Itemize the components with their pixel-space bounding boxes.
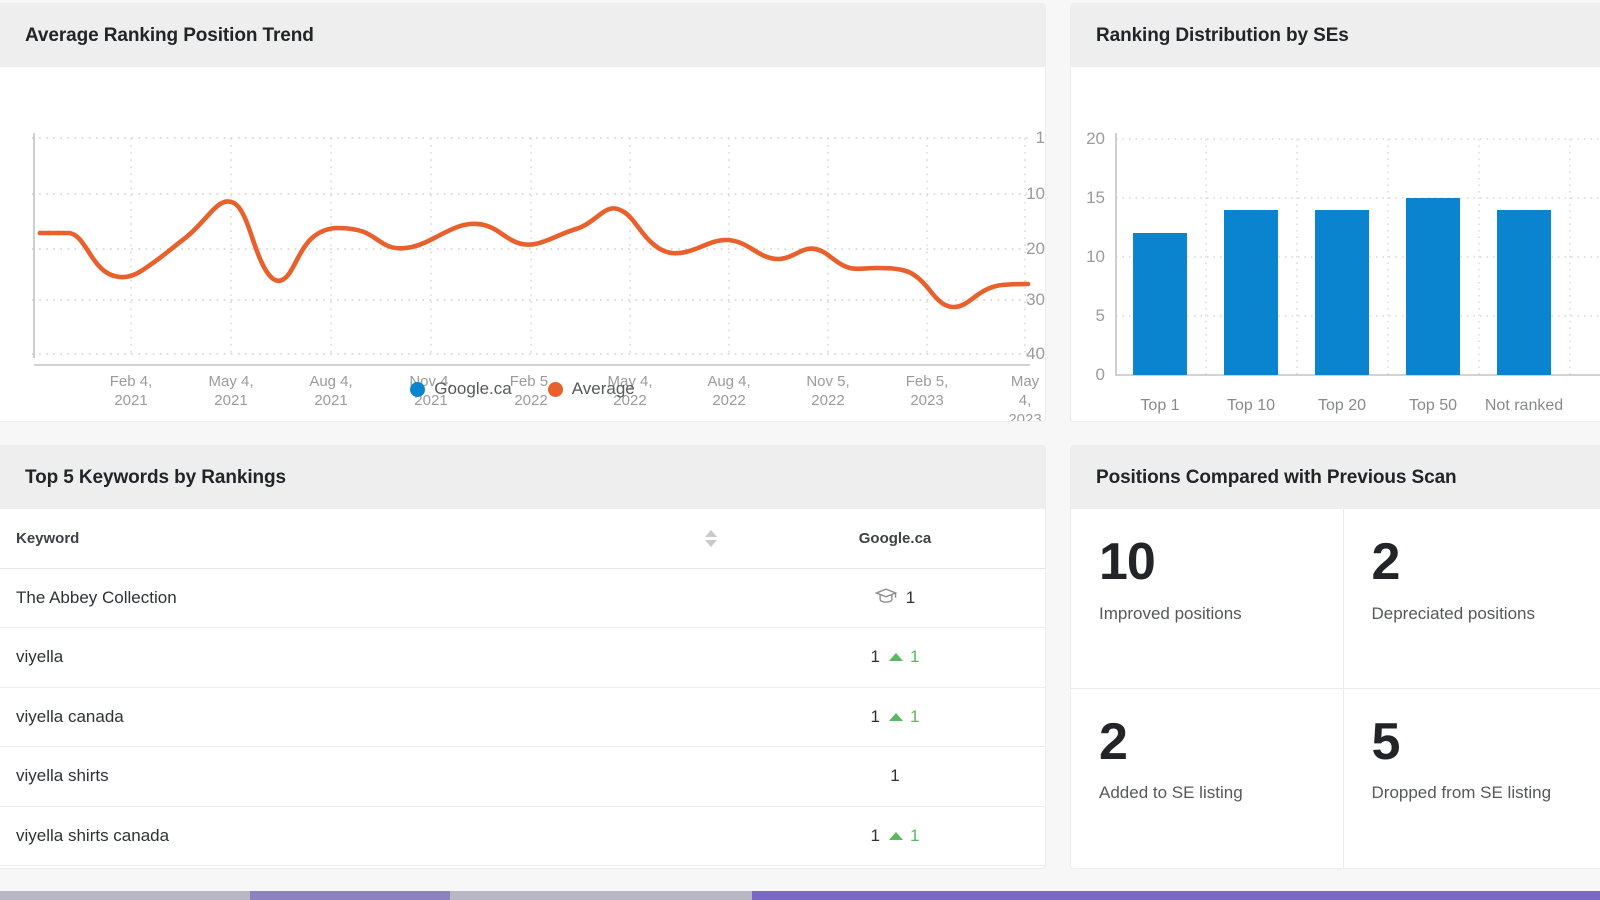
bar-top-50 (1406, 198, 1460, 375)
stat-value: 10 (1099, 535, 1343, 590)
x-tick-top-20: Top 20 (1318, 397, 1366, 415)
x-tick-top-10: Top 10 (1227, 397, 1275, 415)
table-body: The Abbey Collection (0, 568, 1045, 866)
rank-value: 1 (871, 647, 880, 667)
table-row[interactable]: The Abbey Collection (0, 568, 1045, 628)
cell-keyword: viyella shirts (0, 747, 745, 807)
table-header-row: Keyword Google.ca (0, 509, 1045, 568)
cell-rank: 1 1 (745, 687, 1045, 747)
cell-keyword: viyella (0, 628, 745, 688)
column-header-keyword-label: Keyword (0, 530, 79, 547)
bar-top-10 (1224, 210, 1278, 375)
legend-color-dot-google-ca (410, 382, 425, 397)
panel-title: Positions Compared with Previous Scan (1096, 467, 1457, 489)
stat-label: Added to SE listing (1099, 783, 1343, 803)
panel-body: 1 10 20 30 40 (0, 67, 1045, 421)
panel-body: 0 5 10 15 20 (1071, 67, 1600, 421)
x-tick-top-1: Top 1 (1140, 397, 1179, 415)
panel-positions-compared: Positions Compared with Previous Scan 10… (1071, 446, 1600, 868)
table-head: Keyword Google.ca (0, 509, 1045, 568)
panel-ranking-distribution: Ranking Distribution by SEs 0 5 10 15 20 (1071, 4, 1600, 421)
panel-header: Average Ranking Position Trend (0, 4, 1045, 67)
table-row[interactable]: viyella 1 1 (0, 628, 1045, 688)
panel-body: Keyword Google.ca (0, 509, 1045, 866)
rank-delta: 1 (889, 707, 919, 727)
cell-rank: 1 1 (745, 628, 1045, 688)
cell-keyword: viyella canada (0, 687, 745, 747)
graduation-cap-icon (875, 587, 897, 609)
rank-value: 1 (906, 588, 915, 608)
stat-label: Dropped from SE listing (1372, 783, 1600, 803)
stat-dropped-from-se-listing: 5 Dropped from SE listing (1344, 689, 1600, 869)
panel-header: Top 5 Keywords by Rankings (0, 446, 1045, 509)
panel-average-ranking-trend: Average Ranking Position Trend 1 10 20 3… (0, 4, 1045, 421)
x-tick-top-50: Top 50 (1409, 397, 1457, 415)
rank-value: 1 (890, 766, 899, 786)
stat-label: Improved positions (1099, 604, 1343, 624)
panel-top-keywords: Top 5 Keywords by Rankings Keyword (0, 446, 1045, 868)
bar-chart-canvas (1071, 67, 1600, 387)
table-row[interactable]: viyella shirts 1 (0, 747, 1045, 807)
stat-value: 2 (1372, 535, 1600, 590)
legend-item-google-ca[interactable]: Google.ca (410, 379, 512, 399)
rank-delta-value: 1 (910, 647, 919, 667)
bottom-strip-right (752, 891, 1600, 900)
legend-label-google-ca: Google.ca (434, 379, 512, 399)
bar-top-1 (1133, 233, 1187, 375)
rank-value: 1 (871, 826, 880, 846)
cell-keyword: viyella shirts canada (0, 806, 745, 866)
panel-title: Ranking Distribution by SEs (1096, 25, 1349, 47)
arrow-up-icon (889, 653, 903, 661)
arrow-up-icon (889, 832, 903, 840)
panel-body: 10 Improved positions 2 Depreciated posi… (1071, 509, 1600, 868)
rank-delta: 1 (889, 647, 919, 667)
bar-top-20 (1315, 210, 1369, 375)
dashboard-page: Average Ranking Position Trend 1 10 20 3… (0, 0, 1600, 900)
panel-title: Top 5 Keywords by Rankings (25, 467, 286, 489)
column-header-google-ca-label: Google.ca (859, 530, 932, 547)
panel-header: Ranking Distribution by SEs (1071, 4, 1600, 67)
rank-delta-value: 1 (910, 826, 919, 846)
bar-chart: 0 5 10 15 20 (1071, 67, 1600, 421)
rank-value: 1 (871, 707, 880, 727)
x-tick-not-ranked: Not ranked (1485, 397, 1563, 415)
cell-rank: 1 (745, 747, 1045, 807)
cell-rank: 1 1 (745, 806, 1045, 866)
arrow-up-icon (889, 713, 903, 721)
rank-delta: 1 (889, 826, 919, 846)
cell-rank: 1 (745, 568, 1045, 628)
stat-depreciated-positions: 2 Depreciated positions (1344, 509, 1600, 689)
legend-item-average[interactable]: Average (548, 379, 635, 399)
table-row[interactable]: viyella shirts canada 1 1 (0, 806, 1045, 866)
stat-value: 5 (1372, 715, 1600, 770)
chart-legend: Google.ca Average (0, 379, 1045, 399)
panel-title: Average Ranking Position Trend (25, 25, 314, 47)
line-chart: 1 10 20 30 40 (0, 67, 1045, 421)
line-chart-canvas (0, 67, 1045, 367)
sort-descending-icon (705, 540, 717, 547)
keywords-table: Keyword Google.ca (0, 509, 1045, 866)
stat-added-to-se-listing: 2 Added to SE listing (1071, 689, 1344, 869)
cell-keyword: The Abbey Collection (0, 568, 745, 628)
rank-delta-value: 1 (910, 707, 919, 727)
column-header-keyword[interactable]: Keyword (0, 509, 745, 568)
bottom-strip-patch (250, 891, 450, 900)
stat-value: 2 (1099, 715, 1343, 770)
sort-icon-keyword[interactable] (705, 530, 717, 547)
bar-not-ranked (1497, 210, 1551, 375)
column-header-google-ca[interactable]: Google.ca (745, 509, 1045, 568)
sort-ascending-icon (705, 530, 717, 537)
stat-improved-positions: 10 Improved positions (1071, 509, 1344, 689)
stat-label: Depreciated positions (1372, 604, 1600, 624)
table-row[interactable]: viyella canada 1 1 (0, 687, 1045, 747)
stats-grid: 10 Improved positions 2 Depreciated posi… (1071, 509, 1600, 868)
legend-label-average: Average (572, 379, 635, 399)
legend-color-dot-average (548, 382, 563, 397)
panel-header: Positions Compared with Previous Scan (1071, 446, 1600, 509)
bottom-edge-strip (0, 891, 1600, 900)
